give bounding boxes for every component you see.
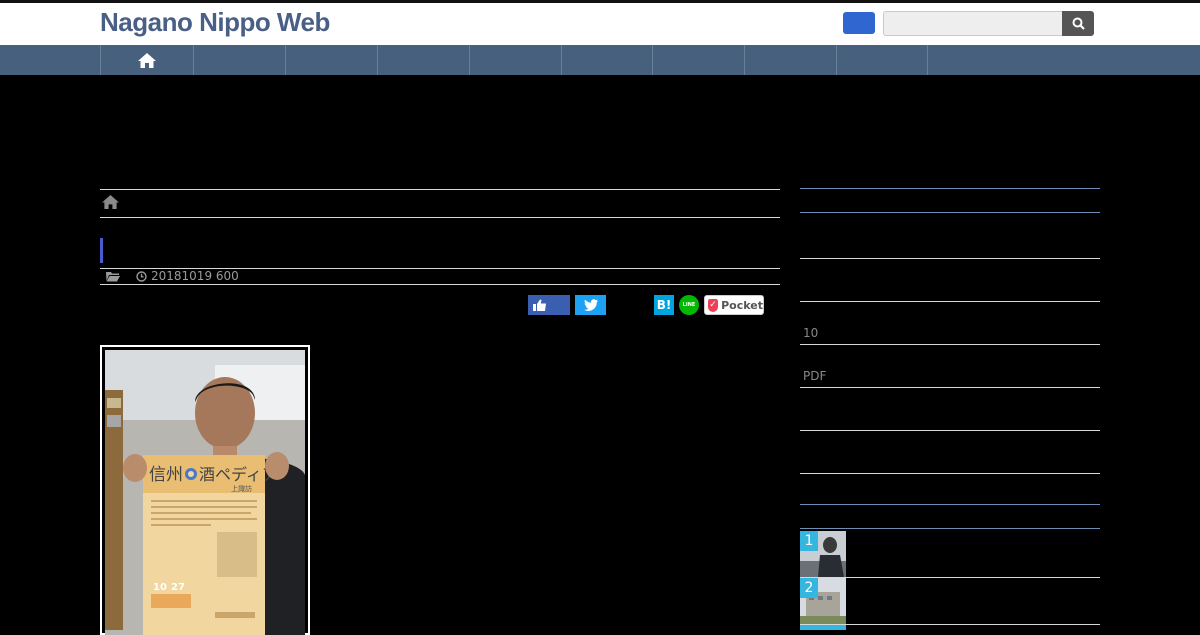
nav-item-8[interactable] bbox=[836, 45, 928, 75]
nav-item-2[interactable] bbox=[285, 45, 377, 75]
sidebar-divider bbox=[800, 473, 1100, 474]
folder-icon bbox=[106, 271, 120, 281]
sidebar-divider bbox=[800, 188, 1100, 189]
poster-title: 信州 bbox=[149, 465, 183, 485]
sidebar-divider bbox=[800, 258, 1100, 259]
sidebar-divider bbox=[800, 528, 1100, 529]
home-icon bbox=[138, 52, 156, 68]
sidebar-link[interactable]: PDF bbox=[803, 369, 826, 383]
article-title-marker bbox=[100, 238, 103, 263]
nav-item-3[interactable] bbox=[377, 45, 469, 75]
divider bbox=[100, 217, 780, 218]
divider bbox=[100, 189, 780, 190]
nav-item-5[interactable] bbox=[561, 45, 652, 75]
sidebar-divider bbox=[800, 387, 1100, 388]
facebook-like-button[interactable] bbox=[528, 295, 570, 315]
ranking-number: 1 bbox=[800, 531, 818, 551]
breadcrumb bbox=[101, 194, 120, 214]
ranking-number: 2 bbox=[800, 578, 818, 598]
menu-button[interactable] bbox=[843, 12, 875, 34]
twitter-share-button[interactable] bbox=[575, 295, 606, 315]
poster-date-month: 10 bbox=[153, 582, 167, 593]
sidebar-link[interactable]: 10 bbox=[803, 326, 818, 340]
nav-item-4[interactable] bbox=[469, 45, 561, 75]
article-photo: 信州 酒ペディア 上諏訪 10 27 bbox=[100, 345, 310, 635]
article-meta: 20181019 600 bbox=[106, 269, 239, 283]
sidebar-divider bbox=[800, 430, 1100, 431]
ranking-item-thumb[interactable]: 2 bbox=[800, 578, 846, 624]
line-share-button[interactable]: LINE bbox=[679, 295, 699, 315]
sidebar-divider bbox=[800, 212, 1100, 213]
header: Nagano Nippo Web bbox=[0, 0, 1200, 45]
nav-item-6[interactable] bbox=[652, 45, 744, 75]
search-input[interactable] bbox=[883, 11, 1062, 36]
site-logo[interactable]: Nagano Nippo Web bbox=[100, 7, 330, 38]
ranking-item-thumb[interactable]: 1 bbox=[800, 531, 846, 577]
main-nav bbox=[0, 45, 1200, 75]
poster-sub: 上諏訪 bbox=[231, 484, 252, 493]
sidebar-divider bbox=[800, 301, 1100, 302]
nav-item-1[interactable] bbox=[193, 45, 285, 75]
home-icon[interactable] bbox=[101, 194, 120, 210]
twitter-icon bbox=[583, 299, 598, 311]
nav-item-7[interactable] bbox=[744, 45, 836, 75]
clock-icon bbox=[136, 270, 147, 282]
pocket-button[interactable]: ✓ Pocket bbox=[704, 295, 764, 315]
hatena-bookmark-button[interactable]: B! bbox=[654, 295, 674, 315]
sidebar-divider bbox=[800, 504, 1100, 505]
nav-home[interactable] bbox=[100, 45, 193, 75]
search-button[interactable] bbox=[1062, 11, 1094, 36]
pocket-label: Pocket bbox=[721, 298, 763, 312]
poster-date-day: 27 bbox=[171, 582, 185, 593]
sidebar-divider bbox=[800, 344, 1100, 345]
thumbs-up-icon bbox=[533, 299, 546, 311]
search-icon bbox=[1072, 17, 1085, 30]
article-date: 20181019 600 bbox=[151, 269, 239, 283]
divider bbox=[100, 284, 780, 285]
ranking-item-thumb[interactable] bbox=[800, 625, 846, 630]
photo-image: 信州 酒ペディア 上諏訪 10 27 bbox=[105, 350, 305, 635]
pocket-icon: ✓ bbox=[708, 298, 719, 312]
